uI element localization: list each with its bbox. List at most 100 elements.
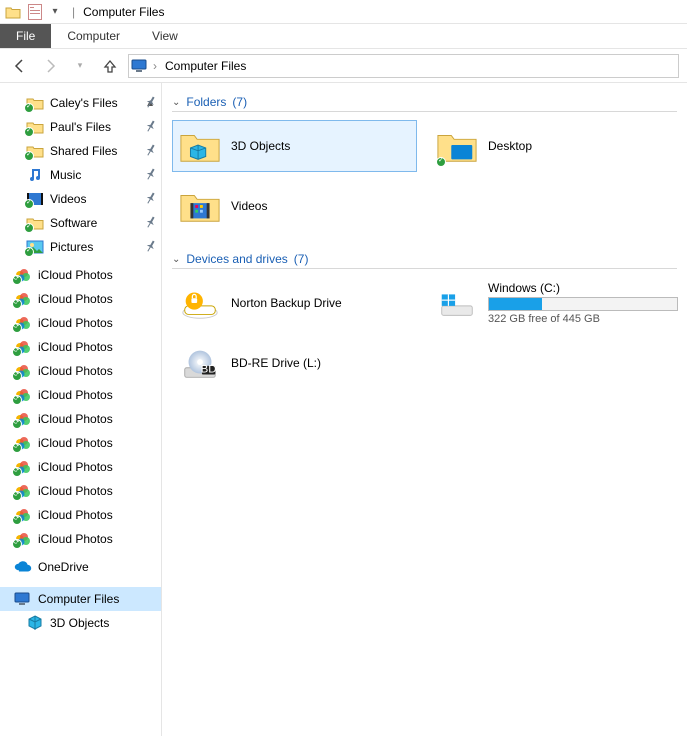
onedrive-icon [14,559,32,575]
back-button[interactable] [8,54,32,78]
title-bar: ▾ | Computer Files [0,0,687,24]
3d-objects-folder-icon [179,125,221,167]
drive-windows-c[interactable]: Windows (C:) 322 GB free of 445 GB [429,277,659,329]
drive-free-space: 322 GB free of 445 GB [488,313,678,325]
sidebar-onedrive[interactable]: OneDrive [0,555,161,579]
sidebar-item-label: iCloud Photos [38,412,113,426]
sidebar-item-label: 3D Objects [50,616,109,630]
sidebar-icloud-photos[interactable]: iCloud Photos [0,527,161,551]
sidebar-item-label: iCloud Photos [38,316,113,330]
up-button[interactable] [98,54,122,78]
sidebar-item-label: Paul's Files [50,120,111,134]
icloud-photos-icon [14,387,32,403]
navigation-bar: ▾ › Computer Files [0,49,687,83]
sidebar-icloud-photos[interactable]: iCloud Photos [0,479,161,503]
icloud-photos-icon [14,267,32,283]
sidebar-item-label: Computer Files [38,592,119,606]
chevron-down-icon: ⌄ [172,97,180,108]
content-pane[interactable]: ⌄ Folders (7) 3D Objects Desktop [162,83,687,736]
sidebar-pinned-item[interactable]: Paul's Files [0,115,161,139]
recent-locations-button[interactable]: ▾ [68,54,92,78]
sidebar-icloud-photos[interactable]: iCloud Photos [0,383,161,407]
sidebar-item-label: iCloud Photos [38,508,113,522]
sidebar-pinned-item[interactable]: Caley's Files▲ [0,91,161,115]
drive-usage-bar [488,297,678,311]
video-icon [26,191,44,207]
sidebar-item-label: iCloud Photos [38,340,113,354]
tab-view[interactable]: View [136,24,194,48]
icloud-photos-icon [14,507,32,523]
tile-label: Videos [231,199,410,213]
icloud-photos-icon [14,435,32,451]
sidebar-item-label: Software [50,216,97,230]
tab-file[interactable]: File [0,24,51,48]
tile-label: Norton Backup Drive [231,296,410,310]
breadcrumb-chevron-icon[interactable]: › [149,59,161,73]
folder-synced-icon [26,215,44,231]
breadcrumb-root[interactable]: Computer Files [161,57,250,75]
folder-desktop[interactable]: Desktop [429,120,674,172]
tab-computer[interactable]: Computer [51,24,136,48]
sidebar-item-label: iCloud Photos [38,484,113,498]
icloud-photos-icon [14,483,32,499]
pin-icon [142,118,158,136]
section-count: (7) [232,95,247,109]
qat-dropdown-icon[interactable]: ▾ [48,6,62,17]
sidebar-item-label: iCloud Photos [38,388,113,402]
section-title: Devices and drives [186,252,287,266]
sidebar-item-label: iCloud Photos [38,436,113,450]
sidebar-pinned-item[interactable]: Pictures [0,235,161,259]
ribbon-tabs: File Computer View [0,24,687,49]
sidebar-item-label: Music [50,168,81,182]
qat-properties-icon[interactable] [26,3,44,21]
section-count: (7) [294,252,309,266]
sidebar-item-label: Caley's Files [50,96,118,110]
sidebar-item-label: OneDrive [38,560,89,574]
sidebar-pinned-item[interactable]: Videos [0,187,161,211]
sidebar-computer-files[interactable]: Computer Files [0,587,161,611]
folder-3d-objects[interactable]: 3D Objects [172,120,417,172]
svg-text:BD: BD [201,364,217,376]
sidebar-item-label: Videos [50,192,86,206]
folder-synced-icon [26,143,44,159]
folder-videos[interactable]: Videos [172,180,417,232]
sidebar-icloud-photos[interactable]: iCloud Photos [0,503,161,527]
thispc-icon [14,591,32,607]
drive-norton-backup[interactable]: Norton Backup Drive [172,277,417,329]
sidebar-icloud-photos[interactable]: iCloud Photos [0,287,161,311]
music-icon [26,167,44,183]
section-drives-header[interactable]: ⌄ Devices and drives (7) [172,252,677,269]
tile-label: Windows (C:) [488,281,678,295]
sidebar-icloud-photos[interactable]: iCloud Photos [0,431,161,455]
section-folders-header[interactable]: ⌄ Folders (7) [172,95,677,112]
icloud-photos-icon [14,315,32,331]
forward-button[interactable] [38,54,62,78]
sidebar-icloud-photos[interactable]: iCloud Photos [0,335,161,359]
videos-folder-icon [179,185,221,227]
icloud-photos-icon [14,411,32,427]
pin-icon [142,166,158,184]
pin-icon [142,214,158,232]
navigation-tree[interactable]: Caley's Files▲ Paul's Files Shared Files Mu… [0,83,162,736]
sidebar-icloud-photos[interactable]: iCloud Photos [0,455,161,479]
address-bar[interactable]: › Computer Files [128,54,679,78]
sidebar-icloud-photos[interactable]: iCloud Photos [0,263,161,287]
sidebar-item-label: iCloud Photos [38,268,113,282]
icloud-photos-icon [14,291,32,307]
pin-icon [142,238,158,256]
sidebar-3d-objects[interactable]: 3D Objects [0,611,161,635]
sidebar-pinned-item[interactable]: Shared Files [0,139,161,163]
sidebar-pinned-item[interactable]: Software [0,211,161,235]
tile-label: BD-RE Drive (L:) [231,356,410,370]
icloud-photos-icon [14,363,32,379]
tile-label: Desktop [488,139,667,153]
sidebar-pinned-item[interactable]: Music [0,163,161,187]
drive-bd-re[interactable]: BD BD-RE Drive (L:) [172,337,417,389]
sidebar-item-label: iCloud Photos [38,532,113,546]
sidebar-icloud-photos[interactable]: iCloud Photos [0,407,161,431]
sidebar-icloud-photos[interactable]: iCloud Photos [0,311,161,335]
qat-folder-icon[interactable] [4,3,22,21]
window-title: Computer Files [81,5,164,19]
sidebar-icloud-photos[interactable]: iCloud Photos [0,359,161,383]
icloud-photos-icon [14,339,32,355]
